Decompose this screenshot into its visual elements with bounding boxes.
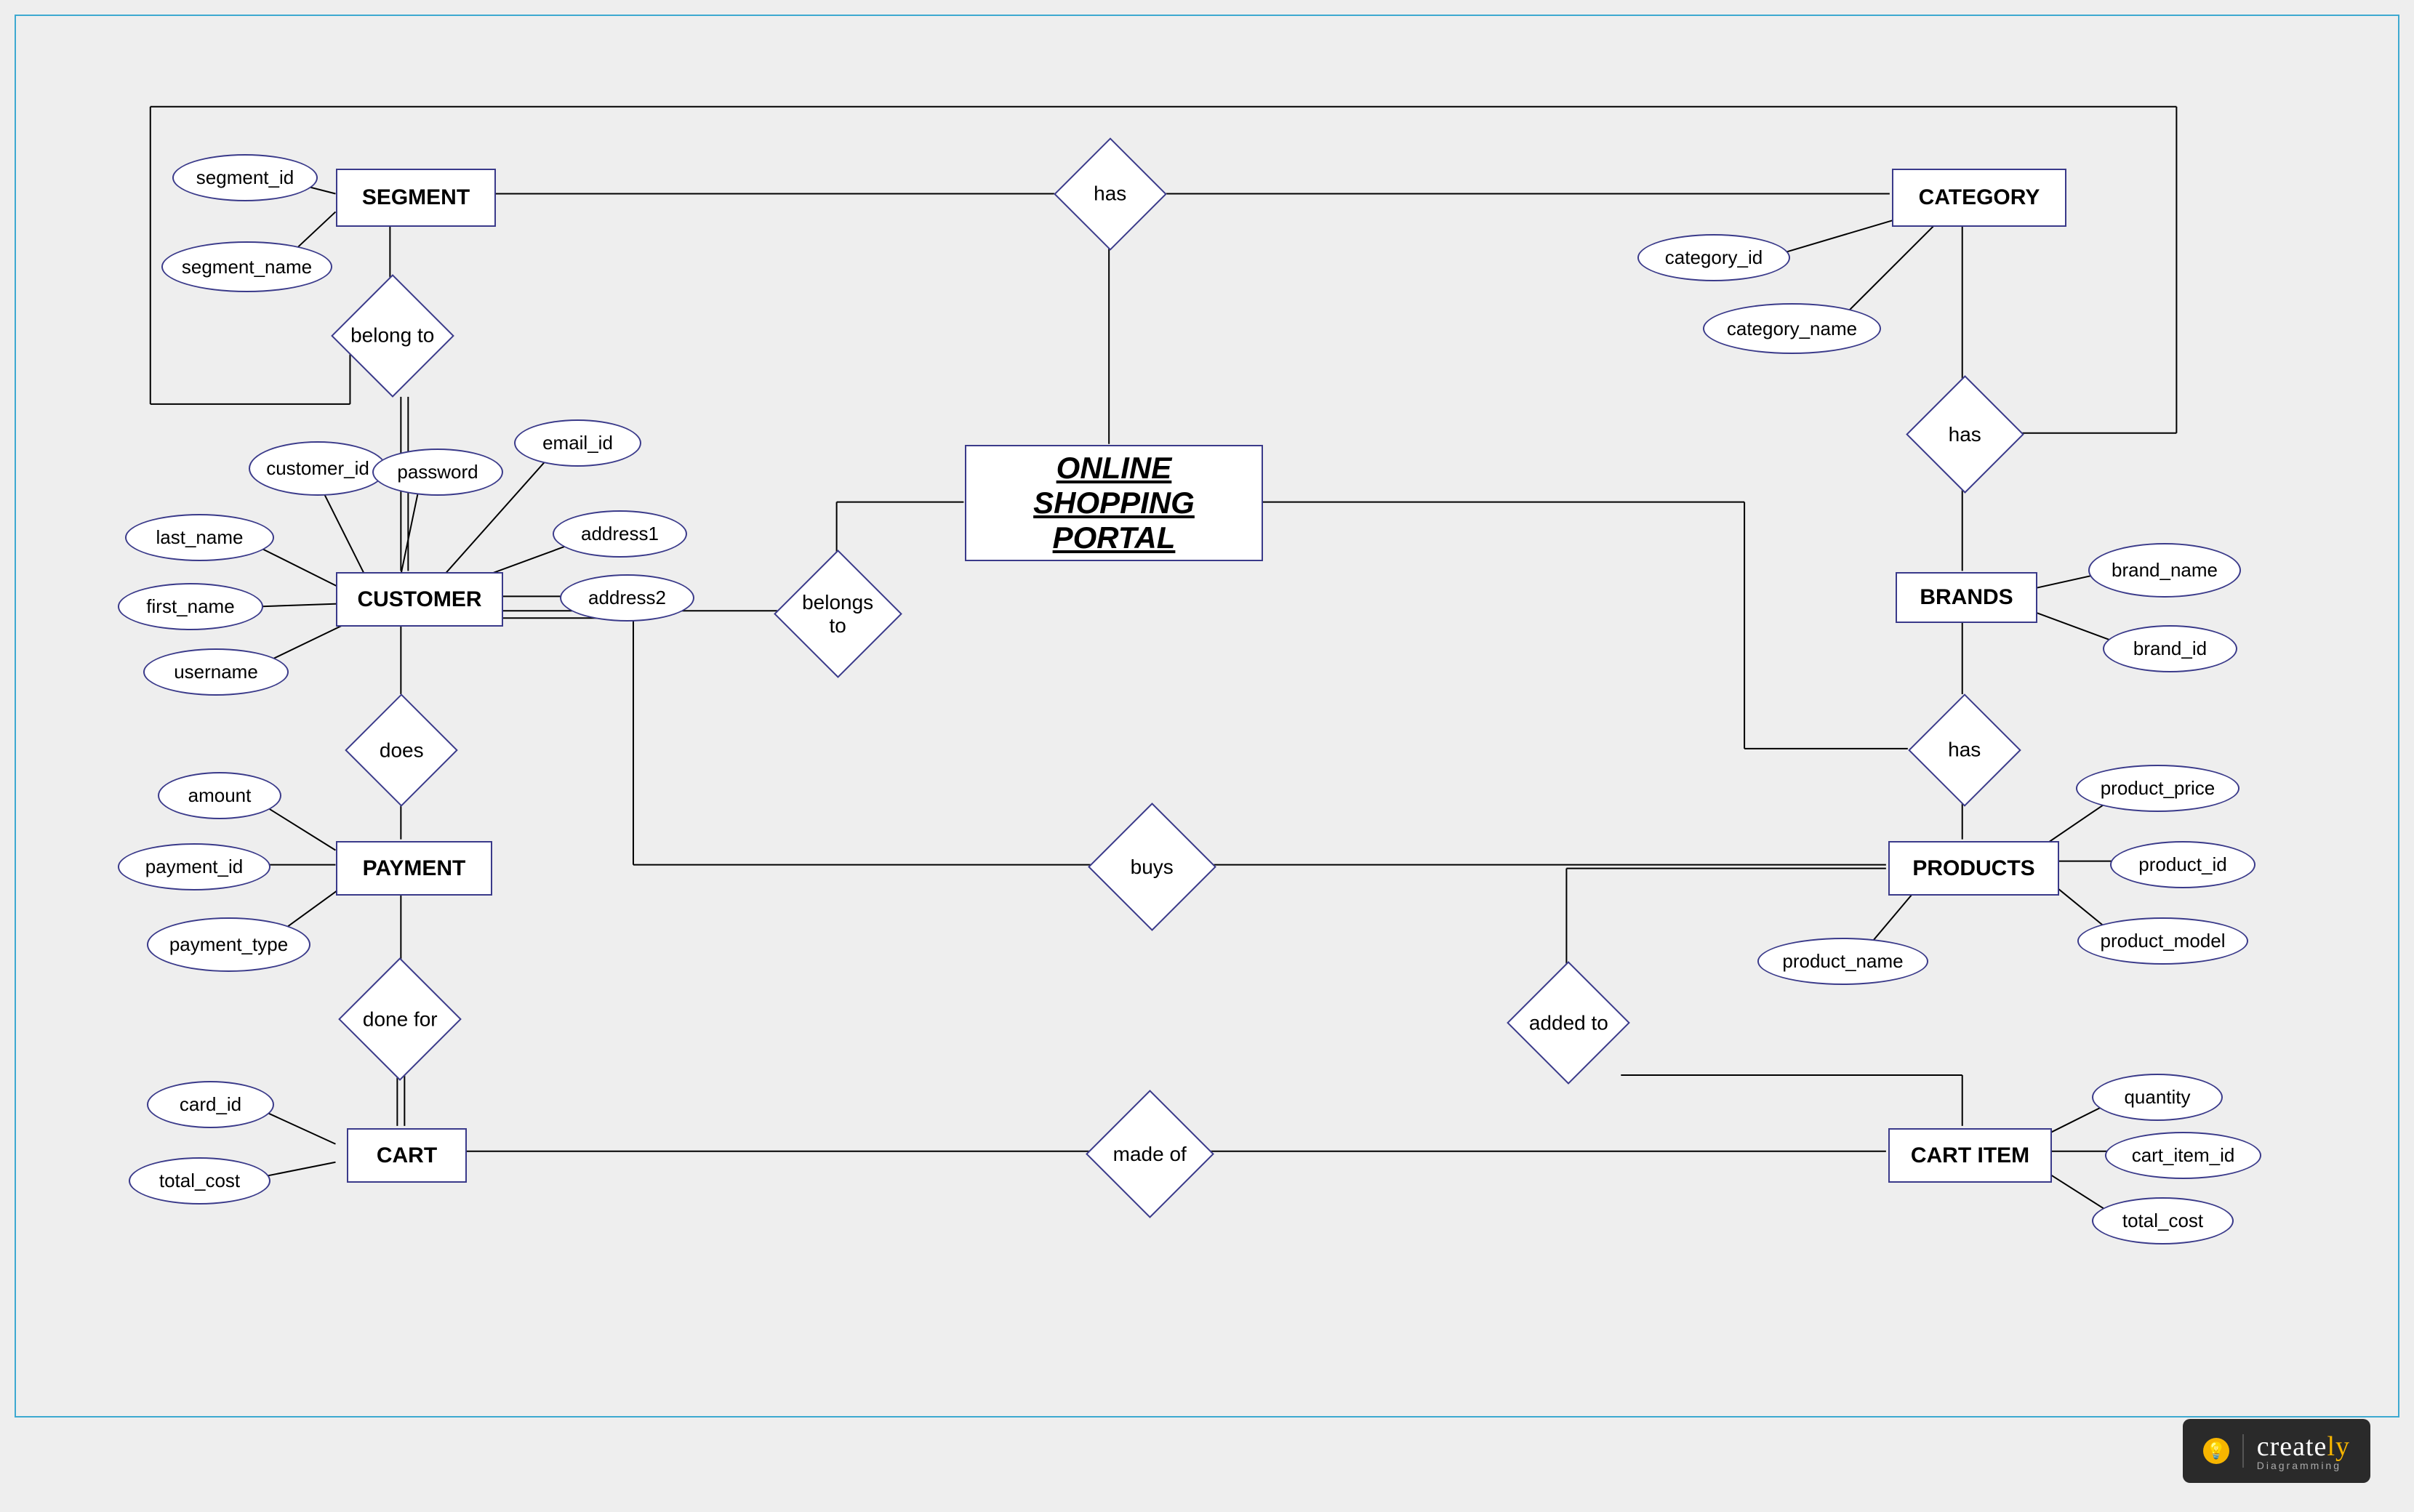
attr-amount: amount xyxy=(158,772,281,819)
brand-tagline: Diagramming xyxy=(2257,1460,2341,1471)
entity-brands: BRANDS xyxy=(1896,572,2037,623)
attr-first-name: first_name xyxy=(118,583,263,630)
entity-cart-item: CART ITEM xyxy=(1888,1128,2052,1183)
attr-product-price: product_price xyxy=(2076,765,2239,812)
attr-username: username xyxy=(143,648,289,696)
attr-last-name: last_name xyxy=(125,514,274,561)
portal-title: ONLINE SHOPPING PORTAL xyxy=(965,445,1263,561)
attr-address1: address1 xyxy=(553,510,687,558)
entity-payment: PAYMENT xyxy=(336,841,492,896)
logo-separator xyxy=(2242,1434,2244,1468)
canvas: ONLINE SHOPPING PORTAL SEGMENT CATEGORY … xyxy=(0,0,2414,1512)
diagram-frame: ONLINE SHOPPING PORTAL SEGMENT CATEGORY … xyxy=(15,15,2399,1418)
bulb-icon: 💡 xyxy=(2203,1438,2229,1464)
attr-brand-name: brand_name xyxy=(2088,543,2241,598)
attr-customer-id: customer_id xyxy=(249,441,387,496)
attr-quantity: quantity xyxy=(2092,1074,2223,1121)
attr-cart-item-id: cart_item_id xyxy=(2105,1132,2261,1179)
attr-product-name: product_name xyxy=(1757,938,1928,985)
attr-category-name: category_name xyxy=(1703,303,1881,354)
attr-email-id: email_id xyxy=(514,419,641,467)
attr-payment-id: payment_id xyxy=(118,843,270,890)
attr-card-id: card_id xyxy=(147,1081,274,1128)
attr-product-model: product_model xyxy=(2077,917,2248,965)
attr-ci-total-cost: total_cost xyxy=(2092,1197,2234,1244)
entity-products: PRODUCTS xyxy=(1888,841,2059,896)
attr-payment-type: payment_type xyxy=(147,917,310,972)
attr-segment-id: segment_id xyxy=(172,154,318,201)
attr-password: password xyxy=(372,449,503,496)
entity-segment: SEGMENT xyxy=(336,169,496,227)
title-text: ONLINE SHOPPING PORTAL xyxy=(981,451,1247,555)
entity-category: CATEGORY xyxy=(1892,169,2066,227)
attr-address2: address2 xyxy=(560,574,694,622)
attr-brand-id: brand_id xyxy=(2103,625,2237,672)
creately-logo: 💡 creately Diagramming xyxy=(2183,1419,2370,1483)
brand-name: creately xyxy=(2257,1431,2350,1463)
attr-category-id: category_id xyxy=(1637,234,1790,281)
entity-customer: CUSTOMER xyxy=(336,572,503,627)
attr-product-id: product_id xyxy=(2110,841,2255,888)
attr-segment-name: segment_name xyxy=(161,241,332,292)
entity-cart: CART xyxy=(347,1128,467,1183)
attr-total-cost: total_cost xyxy=(129,1157,270,1205)
stage: ONLINE SHOPPING PORTAL SEGMENT CATEGORY … xyxy=(16,16,2398,1416)
logo-text: creately Diagramming xyxy=(2257,1431,2350,1471)
